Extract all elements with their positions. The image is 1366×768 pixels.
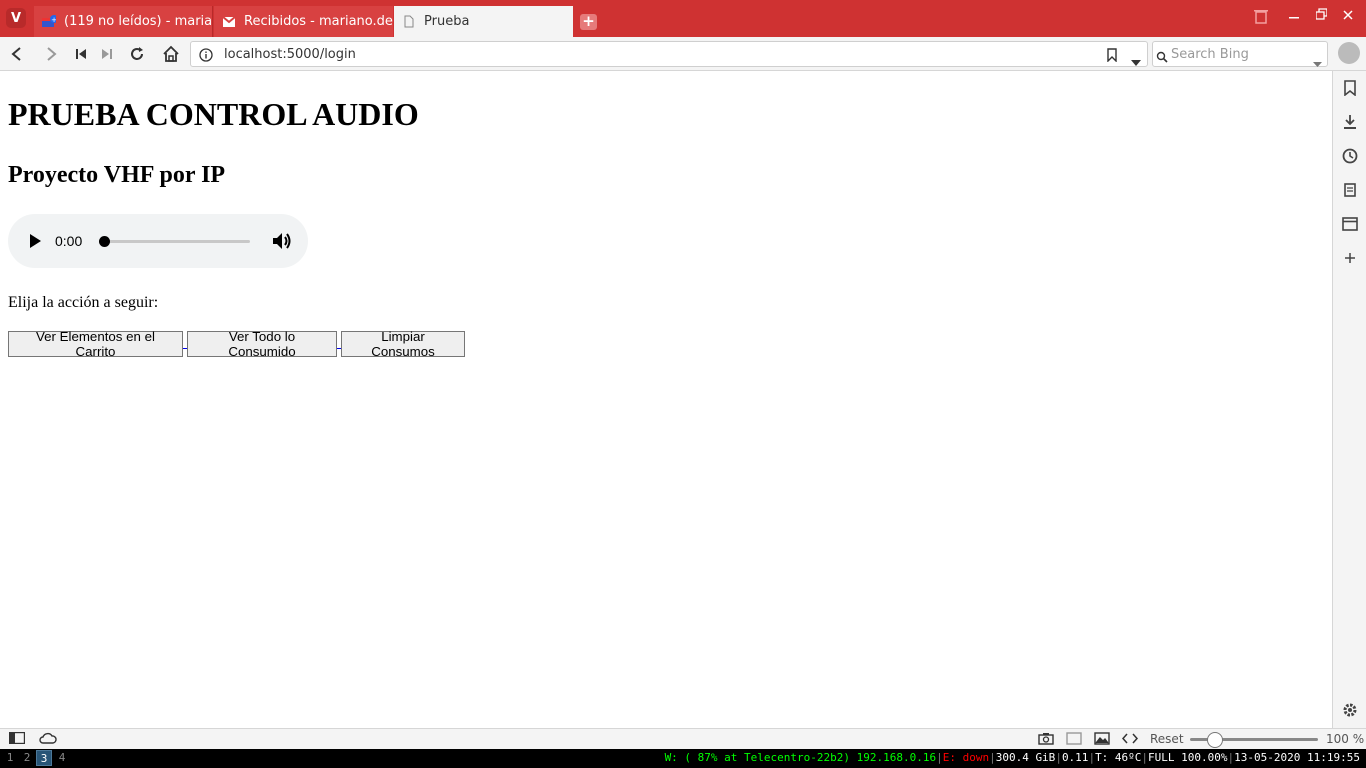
- forward-arrow-icon[interactable]: [40, 44, 62, 64]
- search-engine-dropdown-icon[interactable]: [1313, 52, 1322, 71]
- close-window-icon[interactable]: [1338, 8, 1358, 26]
- back-arrow-icon[interactable]: [6, 44, 28, 64]
- bookmarks-panel-icon[interactable]: [1341, 79, 1359, 97]
- bookmark-icon[interactable]: [1107, 47, 1117, 66]
- gmail-icon: [222, 15, 236, 29]
- browser-status-bar: Reset 100 %: [0, 728, 1366, 749]
- svg-text:+: +: [51, 16, 56, 24]
- tab-prueba[interactable]: Prueba: [394, 6, 573, 37]
- system-info: W: ( 87% at Telecentro-22b2) 192.168.0.1…: [664, 751, 1360, 764]
- audio-player[interactable]: 0:00: [8, 214, 308, 268]
- notes-icon[interactable]: [1341, 181, 1359, 199]
- page-icon: [402, 15, 416, 29]
- info-icon[interactable]: [199, 47, 213, 66]
- tab-gmail-inbox[interactable]: Recibidos - mariano.deleu: [214, 6, 393, 37]
- vivaldi-menu-icon[interactable]: V: [6, 8, 26, 28]
- load-status: 0.11: [1061, 751, 1089, 764]
- new-tab-button[interactable]: +: [580, 14, 597, 30]
- dropdown-arrow-icon[interactable]: [1131, 51, 1141, 70]
- profile-avatar-icon[interactable]: [1338, 42, 1360, 64]
- reload-icon[interactable]: [126, 44, 148, 64]
- home-icon[interactable]: [160, 44, 182, 64]
- view-consumed-button[interactable]: Ver Todo lo Consumido: [187, 329, 337, 359]
- search-placeholder: Search Bing: [1171, 47, 1249, 62]
- page-content: PRUEBA CONTROL AUDIO Proyecto VHF por IP…: [0, 71, 1332, 728]
- view-cart-button[interactable]: Ver Elementos en el Carrito: [8, 329, 183, 359]
- action-prompt: Elija la acción a seguir:: [8, 294, 159, 311]
- downloads-icon[interactable]: [1341, 113, 1359, 131]
- rewind-icon[interactable]: [70, 44, 92, 64]
- add-panel-icon[interactable]: [1341, 249, 1359, 267]
- side-panel: [1332, 71, 1366, 728]
- page-subtitle: Proyecto VHF por IP: [8, 162, 226, 188]
- tab-label: Prueba: [424, 14, 470, 29]
- tab-bar: V + (119 no leídos) - mariano@ Recibidos…: [0, 0, 1366, 37]
- workspace-button[interactable]: 2: [19, 750, 35, 766]
- search-field[interactable]: Search Bing: [1152, 41, 1328, 67]
- disk-status: 300.4 GiB: [995, 751, 1056, 764]
- history-icon[interactable]: [1341, 147, 1359, 165]
- minimize-icon[interactable]: [1284, 8, 1304, 26]
- wifi-status: W: ( 87% at Telecentro-22b2) 192.168.0.1…: [664, 751, 937, 764]
- ethernet-status: E: down: [942, 751, 990, 764]
- workspace-button[interactable]: 4: [54, 750, 70, 766]
- audio-progress-track[interactable]: [104, 240, 250, 243]
- tab-mail-unread[interactable]: + (119 no leídos) - mariano@: [34, 6, 213, 37]
- tab-label: (119 no leídos) - mariano@: [64, 14, 212, 29]
- fast-forward-icon[interactable]: [96, 44, 118, 64]
- url-field[interactable]: localhost:5000/login: [190, 41, 1148, 67]
- url-text: localhost:5000/login: [224, 47, 356, 62]
- zoom-slider-thumb[interactable]: [1207, 732, 1223, 748]
- page-title: PRUEBA CONTROL AUDIO: [8, 96, 419, 132]
- mail-flag-icon: +: [42, 14, 56, 29]
- audio-time: 0:00: [55, 233, 83, 249]
- image-icon[interactable]: [1094, 732, 1110, 748]
- settings-gear-icon[interactable]: [1341, 701, 1359, 719]
- clock: 13-05-2020 11:19:55: [1234, 751, 1360, 764]
- restore-icon[interactable]: [1311, 8, 1331, 26]
- workspace-button[interactable]: 1: [2, 750, 18, 766]
- address-toolbar: localhost:5000/login Search Bing: [0, 37, 1366, 71]
- clear-consumption-button[interactable]: Limpiar Consumos: [341, 329, 465, 359]
- audio-progress-thumb[interactable]: [99, 236, 110, 247]
- battery-status: FULL 100.00%: [1148, 751, 1228, 764]
- cloud-sync-icon[interactable]: [39, 732, 57, 747]
- search-icon: [1156, 48, 1170, 67]
- panel-toggle-icon[interactable]: [8, 731, 26, 747]
- desktop-status-bar: 1 2 3 4 W: ( 87% at Telecentro-22b2) 192…: [0, 749, 1366, 768]
- zoom-level: 100 %: [1326, 732, 1365, 746]
- page-tiling-icon[interactable]: [1066, 732, 1082, 748]
- zoom-reset-button[interactable]: Reset: [1150, 732, 1184, 746]
- trash-icon[interactable]: [1251, 8, 1271, 28]
- volume-icon[interactable]: [272, 231, 292, 255]
- temperature-status: T: 46ºC: [1095, 751, 1142, 764]
- workspace-button-active[interactable]: 3: [36, 750, 52, 766]
- window-panel-icon[interactable]: [1341, 215, 1359, 233]
- tab-label: Recibidos - mariano.deleu: [244, 14, 393, 29]
- play-icon[interactable]: [28, 233, 42, 253]
- camera-icon[interactable]: [1038, 732, 1054, 748]
- code-icon[interactable]: [1121, 732, 1139, 748]
